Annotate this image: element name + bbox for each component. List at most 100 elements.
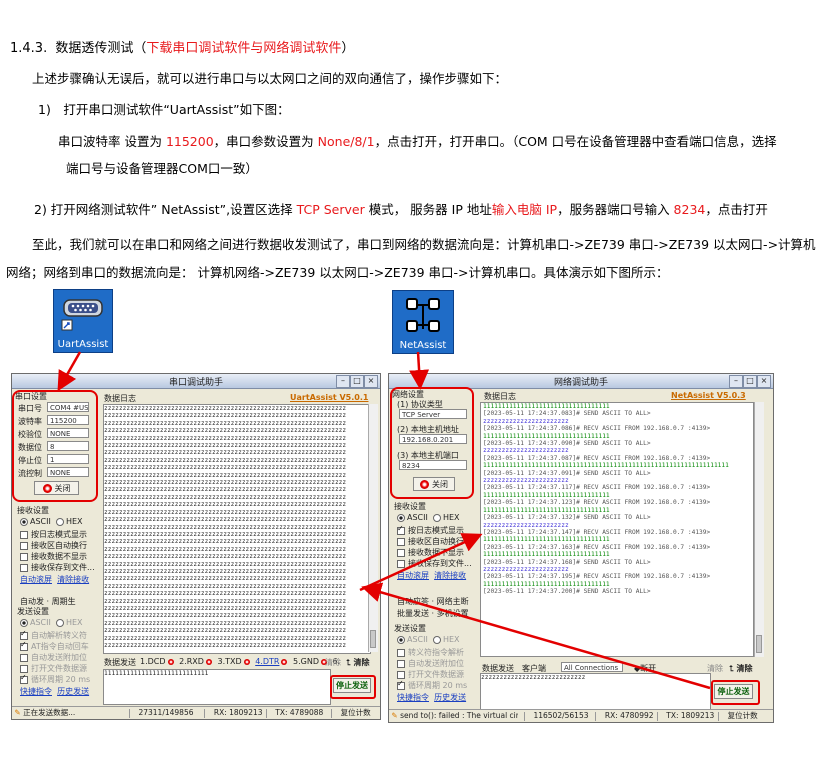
net-clear-send-button[interactable]: ⮤ 清除 bbox=[729, 663, 753, 674]
net-auto-scroll-link[interactable]: 自动滚屏 bbox=[397, 571, 429, 580]
uart-recv-ascii-radio[interactable] bbox=[20, 517, 28, 526]
net-recv-mode: ASCII HEX bbox=[397, 513, 460, 522]
uart-settings-highlight bbox=[12, 390, 98, 502]
net-recv-opt-2[interactable]: 接收区自动换行 bbox=[397, 536, 464, 547]
network-icon bbox=[406, 298, 440, 332]
net-log-line: 1111111111111111111111111111111111 bbox=[483, 506, 610, 514]
net-log-line: zzzzzzzzzzzzzzzzzzzzzzz bbox=[483, 477, 569, 485]
net-quick-cmd-link[interactable]: 快捷指令 bbox=[397, 693, 429, 702]
uart-recv-settings-title: 接收设置 bbox=[17, 506, 49, 515]
uart-send-opt-1[interactable]: 自动解析转义符 bbox=[20, 629, 87, 641]
uart-recv-line: zzzzzzzzzzzzzzzzzzzzzzzzzzzzzzzzzzzzzzzz… bbox=[104, 464, 347, 472]
maximize-button[interactable]: □ bbox=[350, 375, 364, 388]
heading-download-link[interactable]: 下载串口调试软件与网络调试软件 bbox=[146, 41, 341, 56]
uart-send-hex-radio[interactable] bbox=[55, 618, 64, 627]
uart-recv-line: zzzzzzzzzzzzzzzzzzzzzzzzzzzzzzzzzzzzzzzz… bbox=[104, 508, 347, 516]
uart-send-ascii-radio[interactable] bbox=[20, 618, 28, 627]
net-log-line: 1111111111111111111111111111111111 bbox=[483, 536, 610, 544]
uart-recv-line: zzzzzzzzzzzzzzzzzzzzzzzzzzzzzzzzzzzzzzzz… bbox=[104, 456, 347, 464]
uart-recv-line: zzzzzzzzzzzzzzzzzzzzzzzzzzzzzzzzzzzzzzzz… bbox=[104, 486, 347, 494]
net-log-line: [2023-05-11 17:24:37.091]# SEND ASCII TO… bbox=[483, 469, 651, 477]
uart-send-input[interactable]: 1111111111111111111111111111 bbox=[103, 669, 331, 705]
uart-recv-opt-4[interactable]: 接收保存到文件... bbox=[20, 562, 95, 573]
uart-receive-area[interactable]: zzzzzzzzzzzzzzzzzzzzzzzzzzzzzzzzzzzzzzzz… bbox=[103, 404, 371, 654]
uartassist-desktop-icon[interactable]: UartAssist bbox=[53, 289, 113, 353]
net-log-line: 1111111111111111111111111111111111 bbox=[483, 491, 610, 499]
uart-send-opt-3[interactable]: 自动发送附加位 bbox=[20, 652, 87, 663]
summary-line-2: 网络；网络到串口的数据流向是： 计算机网络->ZE739 以太网口->ZE739… bbox=[6, 265, 669, 280]
uart-recv-opt-3[interactable]: 接收数据不显示 bbox=[20, 551, 87, 562]
maximize-button[interactable]: □ bbox=[743, 375, 757, 388]
net-data-log-tab[interactable]: 数据日志 bbox=[484, 391, 516, 402]
net-log-line: zzzzzzzzzzzzzzzzzzzzzzz bbox=[483, 521, 569, 529]
net-clear-recv-link[interactable]: 清除接收 bbox=[434, 571, 466, 580]
minimize-button[interactable]: – bbox=[336, 375, 350, 388]
uart-recv-opt-1[interactable]: 按日志模式显示 bbox=[20, 529, 87, 540]
net-scrollbar[interactable] bbox=[754, 402, 764, 657]
net-log-line: [2023-05-11 17:24:37.117]# RECV ASCII FR… bbox=[483, 484, 711, 492]
heading-text: 数据透传测试（ bbox=[55, 41, 147, 56]
uart-recv-line: zzzzzzzzzzzzzzzzzzzzzzzzzzzzzzzzzzzzzzzz… bbox=[104, 471, 347, 479]
uart-recv-opt-2[interactable]: 接收区自动换行 bbox=[20, 540, 87, 551]
uart-recv-line: zzzzzzzzzzzzzzzzzzzzzzzzzzzzzzzzzzzzzzzz… bbox=[104, 553, 347, 561]
uart-recv-line: zzzzzzzzzzzzzzzzzzzzzzzzzzzzzzzzzzzzzzzz… bbox=[104, 449, 347, 457]
uart-quick-cmd-link[interactable]: 快捷指令 bbox=[20, 687, 52, 696]
net-batch-send[interactable]: 批量发送 · 多机设置 bbox=[397, 608, 469, 619]
net-send-opt-4[interactable]: 循环周期 20 ms bbox=[397, 679, 467, 691]
serial-port-icon bbox=[61, 299, 103, 331]
uart-recv-line: zzzzzzzzzzzzzzzzzzzzzzzzzzzzzzzzzzzzzzzz… bbox=[104, 642, 347, 649]
net-log-line: 1111111111111111111111111111111111 bbox=[483, 403, 610, 410]
net-send-ascii-radio[interactable] bbox=[397, 635, 405, 644]
net-log-line: [2023-05-11 17:24:37.195]# RECV ASCII FR… bbox=[483, 573, 711, 581]
net-receive-area[interactable]: 1111111111111111111111111111111111 [2023-… bbox=[480, 402, 754, 657]
uart-send-links: 快捷指令 历史发送 bbox=[20, 686, 89, 697]
net-recv-hex-radio[interactable] bbox=[432, 513, 441, 522]
uart-send-mode: ASCII HEX bbox=[20, 618, 83, 627]
net-send-opt-1[interactable]: 转义符指令解析 bbox=[397, 647, 464, 658]
net-recv-opt-4[interactable]: 接收保存到文件... bbox=[397, 558, 472, 569]
uart-scrollbar[interactable] bbox=[368, 404, 378, 652]
uart-send-tab[interactable]: 数据发送 bbox=[104, 657, 136, 668]
clear-icon: ⮤ bbox=[729, 664, 734, 673]
net-send-opt-2[interactable]: 自动发送附加位 bbox=[397, 658, 464, 669]
uart-recv-line: zzzzzzzzzzzzzzzzzzzzzzzzzzzzzzzzzzzzzzzz… bbox=[104, 575, 347, 583]
uart-send-opt-5[interactable]: 循环周期 20 ms bbox=[20, 673, 90, 685]
uart-clear-recv-link[interactable]: 清除接收 bbox=[57, 575, 89, 584]
intro-paragraph: 上述步骤确认无误后，就可以进行串口与以太网口之间的双向通信了，操作步骤如下： bbox=[32, 71, 508, 86]
net-reset-count-button[interactable]: 复位计数 bbox=[728, 711, 758, 720]
minimize-button[interactable]: – bbox=[729, 375, 743, 388]
net-version-link[interactable]: NetAssist V5.0.3 bbox=[671, 391, 746, 400]
net-auto-reply[interactable]: 自动应答 · 网络主断 bbox=[397, 596, 469, 607]
uart-titlebar[interactable]: 串口调试助手 – □ × bbox=[12, 374, 380, 389]
close-button[interactable]: × bbox=[364, 375, 378, 388]
close-button[interactable]: × bbox=[757, 375, 771, 388]
net-send-hex-radio[interactable] bbox=[432, 635, 441, 644]
uart-send-opt-4[interactable]: 打开文件数据源 bbox=[20, 663, 87, 674]
uart-auto-scroll-link[interactable]: 自动滚屏 bbox=[20, 575, 52, 584]
uart-reset-count-button[interactable]: 复位计数 bbox=[341, 708, 371, 717]
uart-clear-send-button[interactable]: ⮤ 清除 bbox=[346, 657, 370, 668]
net-log-line: [2023-05-11 17:24:37.087]# RECV ASCII FR… bbox=[483, 454, 711, 462]
net-send-opt-3[interactable]: 打开文件数据源 bbox=[397, 669, 464, 680]
net-recv-links: 自动滚屏 清除接收 bbox=[397, 570, 466, 581]
uart-title: 串口调试助手 bbox=[168, 378, 223, 388]
net-connections-select[interactable]: All Connections bbox=[561, 662, 623, 672]
net-recv-ascii-radio[interactable] bbox=[397, 513, 405, 522]
uart-recv-hex-radio[interactable] bbox=[55, 517, 64, 526]
uart-recv-line: zzzzzzzzzzzzzzzzzzzzzzzzzzzzzzzzzzzzzzzz… bbox=[104, 405, 347, 412]
uart-recv-line: zzzzzzzzzzzzzzzzzzzzzzzzzzzzzzzzzzzzzzzz… bbox=[104, 582, 347, 590]
uart-send-opt-2[interactable]: AT指令自动回车 bbox=[20, 640, 89, 652]
net-recv-opt-3[interactable]: 接收数据不显示 bbox=[397, 547, 464, 558]
uart-version-link[interactable]: UartAssist V5.0.1 bbox=[290, 393, 368, 402]
netassist-desktop-icon[interactable]: NetAssist bbox=[392, 290, 454, 354]
net-send-input[interactable]: zzzzzzzzzzzzzzzzzzzzzzzzzzzz bbox=[480, 673, 711, 710]
uart-history-link[interactable]: 历史发送 bbox=[57, 687, 89, 696]
uart-data-log-tab[interactable]: 数据日志 bbox=[104, 393, 136, 404]
net-log-line: [2023-05-11 17:24:37.168]# SEND ASCII TO… bbox=[483, 558, 651, 566]
uart-recv-links: 自动滚屏 清除接收 bbox=[20, 574, 89, 585]
heading-close: ） bbox=[341, 41, 355, 56]
uart-clear-top-link[interactable]: 清除 bbox=[325, 657, 341, 668]
net-history-link[interactable]: 历史发送 bbox=[434, 693, 466, 702]
net-recv-opt-1[interactable]: 按日志模式显示 bbox=[397, 524, 464, 536]
uart-statusbar: ✎ 正在发送数据... 27311/149856 RX: 1809213 TX:… bbox=[12, 706, 380, 719]
